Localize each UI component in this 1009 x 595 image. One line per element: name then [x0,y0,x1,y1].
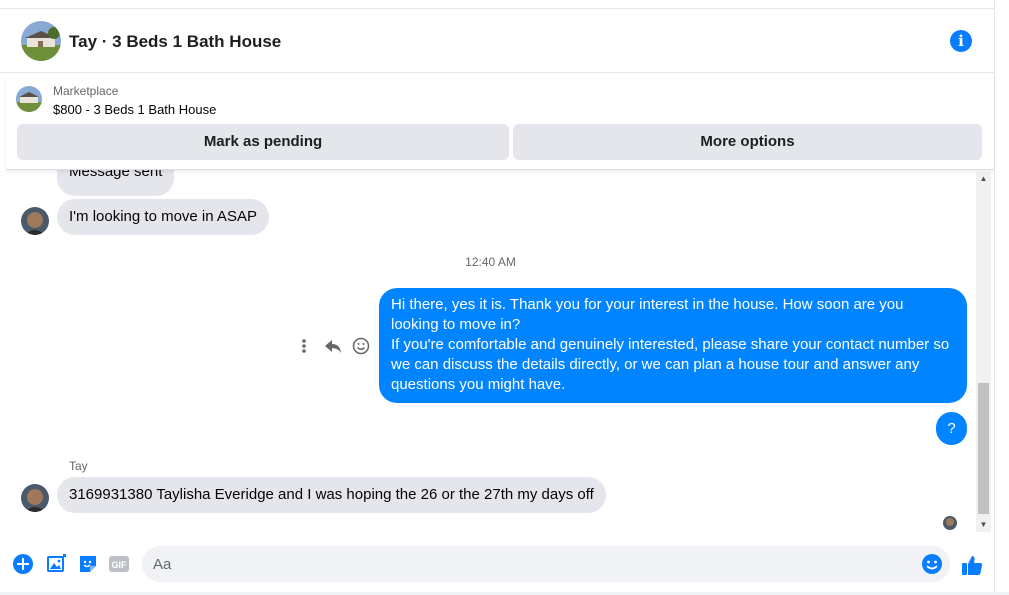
message-text: ? [947,420,956,437]
message-text: If you're comfortable and genuinely inte… [391,336,950,393]
listing-thumbnail[interactable] [16,86,42,112]
sender-avatar[interactable] [21,207,49,235]
sender-name: Tay [69,459,88,473]
conversation-title[interactable]: Tay · 3 Beds 1 Bath House [69,32,281,52]
incoming-message-bubble[interactable]: I'm looking to move in ASAP [57,199,269,235]
outgoing-message-bubble[interactable]: Hi there, yes it is. Thank you for your … [379,288,967,403]
reply-icon[interactable] [323,335,343,363]
listing-title[interactable]: $800 - 3 Beds 1 Bath House [53,102,216,117]
message-actions [296,335,376,357]
emoji-icon[interactable] [921,553,943,575]
message-input[interactable] [153,546,913,582]
like-icon[interactable] [960,553,984,577]
message-thread[interactable]: Message sent I'm looking to move in ASAP… [0,170,975,534]
seen-indicator-avatar [943,516,957,530]
gif-icon[interactable]: GIF [108,553,130,575]
plus-icon[interactable] [12,553,34,575]
incoming-message-bubble[interactable]: Message sent [57,170,175,196]
person-avatar-icon [21,484,49,512]
person-avatar-icon [21,207,49,235]
sticker-icon[interactable] [77,553,99,575]
sender-avatar[interactable] [21,484,49,512]
conversation-avatar[interactable] [21,21,61,61]
photo-icon[interactable] [45,553,67,575]
house-photo-icon [21,21,61,61]
more-options-button[interactable]: More options [513,124,982,160]
house-thumbnail-icon [16,86,42,112]
gif-label: GIF [112,560,128,570]
scroll-up-arrow-icon[interactable]: ▲ [976,172,991,186]
messenger-chat-window: Tay · 3 Beds 1 Bath House i Marketplace … [0,0,1009,595]
message-input-container[interactable] [142,546,950,582]
message-timestamp: 12:40 AM [465,255,516,269]
react-icon[interactable] [351,335,371,363]
message-text: I'm looking to move in ASAP [69,208,257,225]
thread-left-gutter [0,170,6,534]
message-text: 3169931380 Taylisha Everidge and I was h… [69,486,594,503]
marketplace-listing-panel: Marketplace $800 - 3 Beds 1 Bath House M… [6,74,994,170]
incoming-message-bubble[interactable]: 3169931380 Taylisha Everidge and I was h… [57,477,606,513]
mark-as-pending-button[interactable]: Mark as pending [17,124,509,160]
scroll-down-arrow-icon[interactable]: ▼ [976,518,991,532]
info-icon[interactable]: i [950,30,972,52]
window-right-edge [994,0,1009,595]
outgoing-message-bubble[interactable]: ? [936,412,967,445]
message-text: Message sent [69,170,163,180]
message-text: Hi there, yes it is. Thank you for your … [391,296,904,333]
thread-scrollbar[interactable]: ▲ ▼ [976,172,991,532]
marketplace-label: Marketplace [53,84,119,98]
message-composer: GIF [0,540,994,590]
chat-header: Tay · 3 Beds 1 Bath House i [0,10,994,73]
window-top-strip [0,0,1009,9]
more-icon[interactable] [296,335,308,363]
scrollbar-thumb[interactable] [978,383,989,514]
